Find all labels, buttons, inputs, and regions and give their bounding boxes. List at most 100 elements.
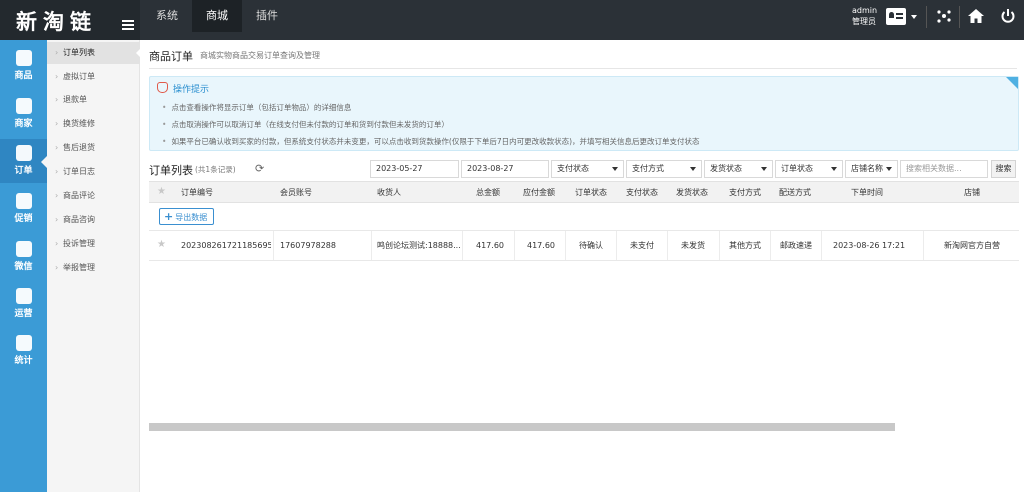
cell-divider xyxy=(719,231,720,260)
star-icon[interactable]: ★ xyxy=(157,186,166,197)
search-button[interactable]: 搜索 xyxy=(991,160,1016,178)
tip-line: 点击查看操作将显示订单（包括订单物品）的详细信息 xyxy=(162,102,351,113)
subnav-item-consult[interactable]: 商品咨询 xyxy=(47,209,140,231)
cell-order-no[interactable]: 202308261721185695 xyxy=(181,231,271,260)
user-dropdown-icon[interactable] xyxy=(911,15,917,19)
top-nav: 系统 商城 插件 xyxy=(142,0,292,32)
leftbar-item-wechat[interactable]: 微信 xyxy=(0,235,47,279)
record-count: (共1条记录) xyxy=(195,165,236,174)
table-toolbar: + 导出数据 xyxy=(149,203,1019,231)
column-header[interactable]: 总金额 xyxy=(476,182,500,203)
star-icon[interactable]: ★ xyxy=(157,239,166,250)
wechat-icon xyxy=(15,241,32,257)
cell-divider xyxy=(565,231,566,260)
leftbar-item-statistics[interactable]: 统计 xyxy=(0,329,47,373)
refresh-icon[interactable]: ⟳ xyxy=(255,162,264,175)
leftbar-item-operation[interactable]: 运营 xyxy=(0,282,47,326)
column-header[interactable]: 店铺 xyxy=(964,182,980,203)
shop-name-select[interactable]: 店铺名称 xyxy=(845,160,898,178)
tip-line: 如果平台已确认收到买家的付款，但系统支付状态并未变更，可以点击收到货款操作(仅限… xyxy=(162,136,699,147)
cell-total: 417.60 xyxy=(476,241,504,250)
subnav-item-order-list[interactable]: 订单列表 xyxy=(47,42,141,64)
column-header[interactable]: 下单时间 xyxy=(851,182,883,203)
pay-method-select[interactable]: 支付方式 xyxy=(626,160,702,178)
menu-toggle-icon[interactable] xyxy=(122,20,134,30)
subnav-item-virtual-order[interactable]: 虚拟订单 xyxy=(47,66,140,88)
search-input[interactable]: 搜索相关数据... xyxy=(900,160,988,178)
operate-icon xyxy=(15,288,32,304)
user-info[interactable]: admin 管理员 xyxy=(852,5,882,27)
divider xyxy=(149,68,1017,69)
table-header: ★ 订单编号 会员账号 收货人 总金额 应付金额 订单状态 支付状态 发货状态 … xyxy=(149,181,1019,203)
left-icon-bar: 商品 商家 订单 促销 微信 运营 统计 xyxy=(0,40,47,492)
subnav-item-refund[interactable]: 退款单 xyxy=(47,89,140,111)
column-header[interactable]: 会员账号 xyxy=(280,182,312,203)
chart-icon xyxy=(15,335,32,351)
collapse-corner-icon[interactable] xyxy=(1006,77,1018,89)
home-icon[interactable] xyxy=(967,7,985,25)
top-nav-mall[interactable]: 商城 xyxy=(192,0,242,32)
export-button[interactable]: + 导出数据 xyxy=(159,208,215,225)
sitemap-icon[interactable] xyxy=(935,7,953,25)
cell-pay-status: 未支付 xyxy=(630,241,654,250)
pay-status-select[interactable]: 支付状态 xyxy=(551,160,624,178)
user-card-icon[interactable] xyxy=(886,8,906,25)
column-header[interactable]: 支付方式 xyxy=(729,182,761,203)
leftbar-item-goods[interactable]: 商品 xyxy=(0,44,47,88)
subnav-item-order-log[interactable]: 订单日志 xyxy=(47,161,140,183)
hand-icon xyxy=(157,82,168,93)
horizontal-scrollbar[interactable] xyxy=(149,423,895,431)
column-header[interactable]: 发货状态 xyxy=(676,182,708,203)
top-nav-system[interactable]: 系统 xyxy=(142,0,192,32)
subnav-item-exchange[interactable]: 换货维修 xyxy=(47,113,140,135)
cell-member: 17607978288 xyxy=(280,241,336,250)
column-header[interactable]: 订单状态 xyxy=(575,182,607,203)
cell-divider xyxy=(770,231,771,260)
column-header[interactable]: 应付金额 xyxy=(523,182,555,203)
cell-divider xyxy=(273,231,274,260)
subnav-item-review[interactable]: 商品评论 xyxy=(47,185,140,207)
divider xyxy=(959,6,960,28)
cell-delivery: 邮政速递 xyxy=(780,241,812,250)
column-header[interactable]: 配送方式 xyxy=(779,182,811,203)
cell-divider xyxy=(462,231,463,260)
user-role: 管理员 xyxy=(852,17,876,26)
table-row[interactable]: ★ 202308261721185695 17607978288 鸣创论坛测试:… xyxy=(149,231,1019,261)
date-end-input[interactable]: 2023-08-27 xyxy=(461,160,549,178)
cell-divider xyxy=(371,231,372,260)
divider xyxy=(926,6,927,28)
page-title: 商品订单 xyxy=(149,50,193,63)
column-header[interactable]: 收货人 xyxy=(377,182,401,203)
gift-icon xyxy=(15,193,32,209)
power-icon[interactable] xyxy=(999,7,1017,25)
cell-shop: 新淘网官方自营 xyxy=(944,241,1000,250)
cell-divider xyxy=(616,231,617,260)
column-header[interactable]: 订单编号 xyxy=(181,182,213,203)
main-content: 商品订单 商城实物商品交易订单查询及管理 操作提示 点击查看操作将显示订单（包括… xyxy=(140,40,1024,492)
leftbar-item-promotion[interactable]: 促销 xyxy=(0,187,47,231)
column-header[interactable]: 支付状态 xyxy=(626,182,658,203)
cell-pay-method: 其他方式 xyxy=(729,241,761,250)
sub-nav: 订单列表 虚拟订单 退款单 换货维修 售后退货 订单日志 商品评论 商品咨询 投… xyxy=(47,40,141,492)
subnav-item-return[interactable]: 售后退货 xyxy=(47,137,140,159)
cell-time: 2023-08-26 17:21 xyxy=(833,241,906,250)
plus-icon: + xyxy=(164,210,174,223)
order-status-select[interactable]: 订单状态 xyxy=(775,160,843,178)
tip-line: 点击取消操作可以取消订单（在线支付但未付款的订单和货到付款但未发货的订单） xyxy=(162,119,449,130)
logo-text: 新淘链 xyxy=(16,10,97,34)
cell-payable: 417.60 xyxy=(527,241,555,250)
leftbar-item-order[interactable]: 订单 xyxy=(0,139,47,183)
cell-receiver: 鸣创论坛测试:18888... xyxy=(377,241,461,250)
subnav-item-report[interactable]: 举报管理 xyxy=(47,257,140,279)
ship-status-select[interactable]: 发货状态 xyxy=(704,160,773,178)
order-icon xyxy=(15,145,32,161)
cell-ship-status: 未发货 xyxy=(681,241,705,250)
cell-divider xyxy=(923,231,924,260)
tips-panel: 操作提示 点击查看操作将显示订单（包括订单物品）的详细信息 点击取消操作可以取消… xyxy=(149,76,1019,151)
date-start-input[interactable]: 2023-05-27 xyxy=(370,160,459,178)
top-nav-plugin[interactable]: 插件 xyxy=(242,0,292,32)
cell-divider xyxy=(821,231,822,260)
leftbar-item-merchant[interactable]: 商家 xyxy=(0,92,47,136)
subnav-item-complaint[interactable]: 投诉管理 xyxy=(47,233,140,255)
page-subtitle: 商城实物商品交易订单查询及管理 xyxy=(200,51,320,60)
